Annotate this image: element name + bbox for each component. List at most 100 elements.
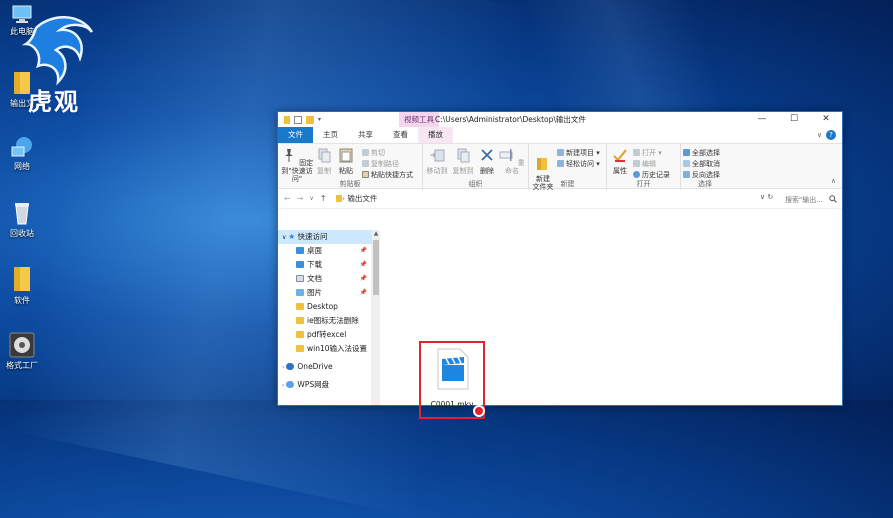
properties-icon[interactable]: [294, 115, 302, 124]
minimize-button[interactable]: —: [746, 112, 778, 127]
nav-pane-scrollbar[interactable]: ▲: [372, 230, 380, 405]
edit-icon: [633, 160, 640, 167]
documents-icon: [296, 275, 304, 282]
navigation-pane: ∨ ★ 快速访问 桌面 📌 下载 📌 文档 📌 图片 📌 Desktop ie图标无法删除…: [278, 230, 372, 405]
select-none-button[interactable]: 全部取消: [683, 160, 720, 169]
nav-item-onedrive[interactable]: › OneDrive: [278, 360, 372, 374]
desktop-icon-recycle-bin[interactable]: 回收站: [2, 200, 42, 239]
desktop-icon-label: 网络: [14, 162, 30, 171]
chevron-down-icon: ▾: [594, 160, 600, 168]
nav-item-folder[interactable]: ie图标无法删除: [278, 314, 372, 328]
copy-path-icon: [362, 160, 369, 167]
group-label: 选择: [698, 180, 712, 188]
nav-item-folder[interactable]: Desktop: [278, 300, 372, 314]
new-item-icon: [557, 149, 564, 156]
nav-item-folder[interactable]: win10输入法设置: [278, 342, 372, 356]
open-button[interactable]: 打开 ▾: [633, 149, 662, 158]
recent-locations-chevron-icon[interactable]: ∨: [309, 195, 313, 202]
desktop-icon-format-factory[interactable]: 格式工厂: [2, 332, 42, 371]
file-item-video[interactable]: C0001.mkv: [419, 341, 485, 419]
address-bar-row: ← → ∨ ↑ › 输出文件 ∨ ↻ 搜索"输出...: [278, 189, 842, 209]
nav-item-label: pdf转excel: [307, 330, 347, 339]
copy-to-button[interactable]: 复制到: [451, 147, 475, 175]
edit-label: 编辑: [642, 160, 656, 168]
move-to-button[interactable]: 移动到: [425, 147, 449, 175]
ribbon-tabs: 文件 主页 共享 查看 播放 ∨ ?: [278, 127, 842, 143]
tab-play[interactable]: 播放: [418, 127, 453, 143]
nav-item-documents[interactable]: 文档 📌: [278, 272, 372, 286]
paste-icon: [339, 148, 353, 163]
nav-item-pictures[interactable]: 图片 📌: [278, 286, 372, 300]
paste-button[interactable]: 粘贴: [337, 147, 355, 175]
nav-item-label: ie图标无法删除: [307, 316, 359, 325]
help-icon[interactable]: ?: [826, 130, 836, 140]
scissors-icon: [362, 149, 369, 156]
delete-icon: [481, 149, 493, 161]
network-icon: [11, 137, 32, 157]
new-item-button[interactable]: 新建项目 ▾: [557, 149, 600, 158]
pin-to-quick-access-button[interactable]: 固定到"快速访问": [280, 147, 314, 183]
select-none-icon: [683, 160, 690, 167]
scroll-up-icon[interactable]: ▲: [372, 230, 380, 237]
select-all-label: 全部选择: [692, 149, 720, 157]
close-button[interactable]: ✕: [810, 112, 842, 127]
breadcrumb[interactable]: › 输出文件: [342, 193, 377, 204]
easy-access-icon: [557, 160, 564, 167]
file-list-pane: C0001.mkv: [381, 230, 842, 419]
move-to-label: 移动到: [426, 167, 448, 175]
move-to-icon: [430, 149, 445, 162]
video-tools-context-tab: 视频工具: [399, 112, 439, 127]
delete-button[interactable]: 删除: [477, 147, 497, 175]
chevron-down-icon: ∨: [282, 234, 287, 241]
folder-icon: [284, 115, 290, 124]
up-arrow-icon[interactable]: ↑: [320, 194, 327, 203]
maximize-button[interactable]: ☐: [778, 112, 810, 127]
chevron-down-icon[interactable]: ▾: [318, 116, 324, 124]
chevron-right-icon: ›: [282, 382, 285, 389]
history-icon: [633, 171, 640, 178]
back-arrow-icon[interactable]: ←: [284, 194, 291, 203]
window-title: C:\Users\Administrator\Desktop\输出文件: [435, 115, 586, 124]
download-icon: [296, 261, 304, 268]
nav-item-downloads[interactable]: 下载 📌: [278, 258, 372, 272]
scrollbar-thumb[interactable]: [373, 240, 379, 295]
organize-group: 移动到 复制到 删除 重命名 组织: [423, 144, 529, 190]
copy-path-label: 复制路径: [371, 160, 399, 168]
rename-button[interactable]: 重命名: [499, 147, 525, 175]
tab-view[interactable]: 查看: [383, 127, 418, 143]
pin-icon: 📌: [359, 261, 367, 268]
brand-logo-text: 虎观: [28, 88, 80, 116]
nav-item-quick-access[interactable]: ∨ ★ 快速访问: [278, 230, 372, 244]
new-folder-icon[interactable]: [306, 115, 314, 124]
easy-access-button[interactable]: 轻松访问 ▾: [557, 160, 600, 169]
edit-button[interactable]: 编辑: [633, 160, 656, 169]
select-none-label: 全部取消: [692, 160, 720, 168]
desktop-icon-label: 回收站: [10, 229, 34, 238]
nav-item-label: 文档: [307, 274, 322, 283]
nav-item-wps-cloud[interactable]: › WPS网盘: [278, 378, 372, 392]
properties-button[interactable]: 属性: [611, 147, 629, 175]
desktop-icon-software-folder[interactable]: 软件: [2, 265, 42, 306]
desktop-icon-network[interactable]: 网络: [2, 135, 42, 172]
forward-arrow-icon[interactable]: →: [297, 194, 304, 203]
copy-button[interactable]: 复制: [315, 147, 333, 175]
copy-to-label: 复制到: [452, 167, 474, 175]
copy-path-button[interactable]: 复制路径: [362, 160, 399, 169]
properties-label: 属性: [613, 167, 627, 175]
nav-item-label: win10输入法设置: [307, 344, 368, 353]
select-all-button[interactable]: 全部选择: [683, 149, 720, 158]
chevron-down-icon[interactable]: ∨: [817, 131, 822, 139]
search-input[interactable]: 搜索"输出...: [782, 192, 840, 206]
nav-item-desktop[interactable]: 桌面 📌: [278, 244, 372, 258]
address-dropdown-icon[interactable]: ∨ ↻: [760, 193, 773, 201]
folder-icon: [14, 267, 30, 291]
tab-file[interactable]: 文件: [278, 127, 313, 143]
chevron-down-icon: ▾: [594, 149, 600, 157]
tab-home[interactable]: 主页: [313, 127, 348, 143]
cut-button[interactable]: 剪切: [362, 149, 385, 158]
collapse-ribbon-icon[interactable]: ∧: [831, 177, 836, 185]
nav-item-folder[interactable]: pdf转excel: [278, 328, 372, 342]
tab-share[interactable]: 共享: [348, 127, 383, 143]
delete-label: 删除: [480, 167, 494, 175]
nav-item-label: OneDrive: [297, 362, 333, 371]
